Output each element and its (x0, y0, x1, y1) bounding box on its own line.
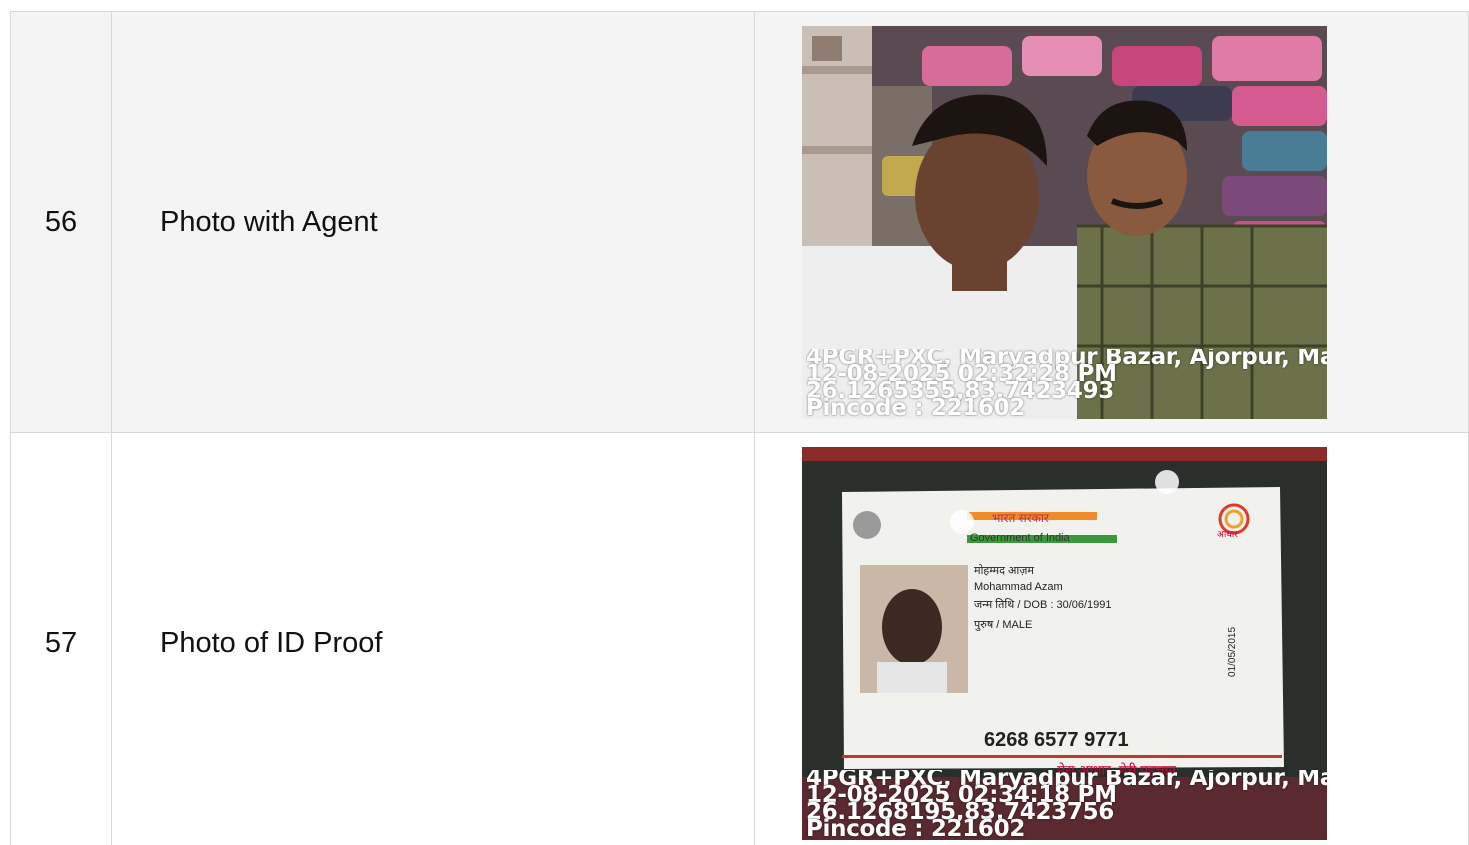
agent-photo[interactable]: 4PGR+PXC, Maryadpur Bazar, Ajorpur, Ma 1… (802, 25, 1327, 419)
geo-stamp: 4PGR+PXC, Maryadpur Bazar, Ajorpur, Ma 1… (806, 770, 1327, 838)
row-number: 57 (10, 432, 112, 845)
card-issue-date: 01/05/2015 (1227, 626, 1238, 677)
card-dob: जन्म तिथि / DOB : 30/06/1991 (974, 598, 1112, 611)
photo-cell: 4PGR+PXC, Maryadpur Bazar, Ajorpur, Ma 1… (754, 11, 1469, 433)
card-name-hindi: मोहम्मद आज़म (974, 564, 1035, 577)
row-label: Photo of ID Proof (111, 432, 755, 845)
card-name: Mohammad Azam (974, 580, 1063, 593)
row-number: 56 (10, 11, 112, 433)
card-gender: पुरुष / MALE (974, 618, 1033, 631)
id-proof-photo[interactable]: भारत सरकार Government of India आधार मोहम… (802, 446, 1327, 840)
card-hindi-gov: भारत सरकार (992, 510, 1049, 525)
row-label: Photo with Agent (111, 11, 755, 433)
card-aadhaar-number: 6268 6577 9771 (984, 728, 1129, 751)
table-row: 57 Photo of ID Proof भारत सरकार Governme… (10, 432, 1469, 845)
photo-cell: भारत सरकार Government of India आधार मोहम… (754, 432, 1469, 845)
verification-table: 56 Photo with Agent 4PGR+PXC, Maryadpur … (10, 11, 1469, 845)
geo-stamp: 4PGR+PXC, Maryadpur Bazar, Ajorpur, Ma 1… (806, 349, 1327, 417)
card-aadhaar-logo: आधार (1217, 528, 1238, 539)
card-gov: Government of India (970, 531, 1070, 544)
table-row: 56 Photo with Agent 4PGR+PXC, Maryadpur … (10, 11, 1469, 433)
